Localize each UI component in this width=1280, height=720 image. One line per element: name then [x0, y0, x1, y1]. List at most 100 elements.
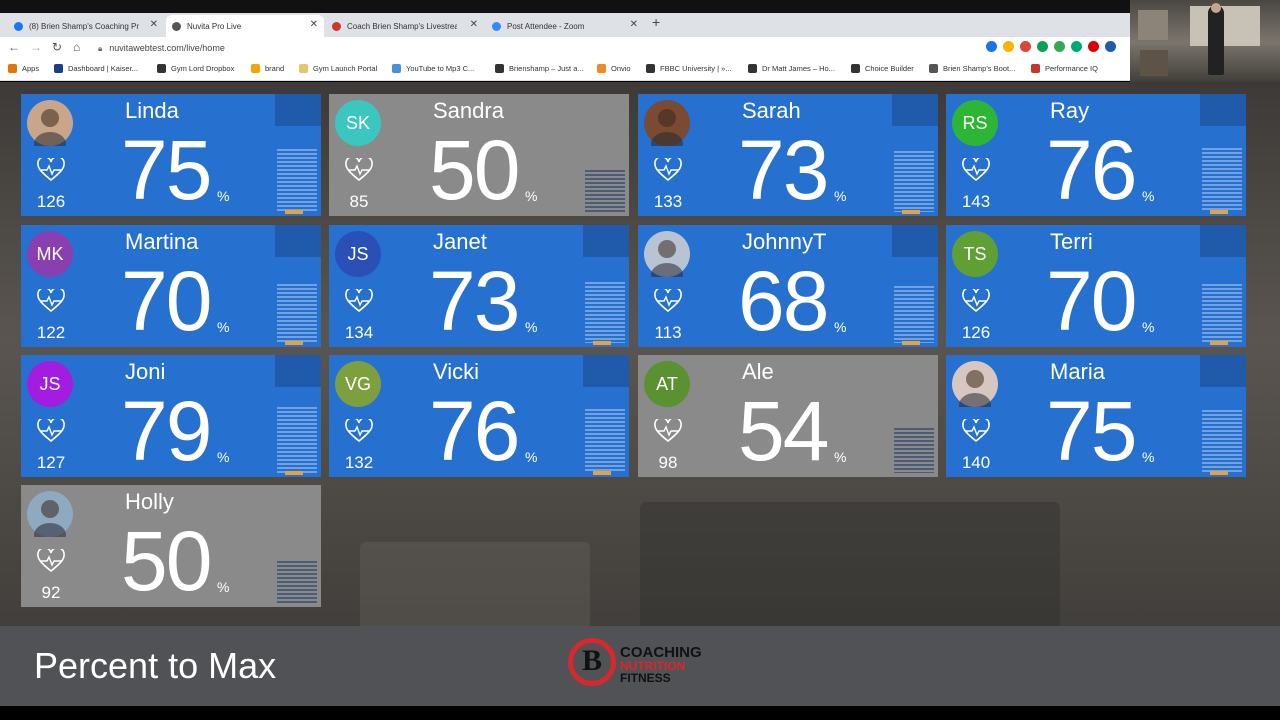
close-icon[interactable]: ✕ [150, 19, 158, 30]
bookmark-label: Performance IQ [1045, 64, 1098, 73]
flame-icon [1210, 471, 1228, 475]
extension-icon[interactable] [1054, 41, 1065, 52]
participant-name: Janet [433, 229, 487, 254]
bookmark-label: Brien Shamp's Boot... [943, 64, 1016, 73]
url-field[interactable]: 🔒︎ nuvitawebtest.com/live/home [98, 40, 225, 56]
percent-value: 70 [121, 254, 212, 347]
heart-rate-icon [962, 286, 990, 313]
bookmark-item[interactable]: FBBC University | »... [646, 64, 732, 73]
meter-top [892, 94, 938, 126]
percent-sign: % [217, 579, 230, 595]
heart-rate-value: 126 [961, 323, 991, 342]
extension-icon[interactable] [1003, 41, 1014, 52]
participant-name: Joni [125, 359, 166, 384]
webcam-person [1208, 5, 1224, 75]
bookmark-item[interactable]: Gym Lord Dropbox [157, 64, 234, 73]
bookmark-item[interactable]: Brien Shamp's Boot... [929, 64, 1015, 73]
percent-value: 76 [429, 384, 520, 477]
extension-icon[interactable] [1105, 41, 1116, 52]
participant-card-ray: RS 143 Ray 76% [946, 94, 1246, 216]
avatar [952, 361, 998, 417]
browser-tab-zoom[interactable]: Post Attendee - Zoom ✕ [486, 15, 644, 37]
avatar-photo-icon [34, 109, 66, 156]
forward-icon[interactable]: → [30, 40, 42, 54]
reload-icon[interactable]: ↻ [52, 40, 62, 54]
meter-bars [277, 284, 317, 343]
participant-card-linda: 126 Linda 75% [21, 94, 321, 216]
effort-meter [892, 225, 938, 347]
participant-card-holly: 92 Holly 50% [21, 485, 321, 607]
heart-rate-value: 134 [344, 323, 374, 342]
extension-icons [986, 41, 1116, 52]
extension-icon[interactable] [1071, 41, 1082, 52]
flame-icon [902, 210, 920, 214]
avatar-photo-icon [651, 109, 683, 156]
meter-top [275, 225, 321, 257]
bookmark-item[interactable]: Brienshamp – Just a... [495, 64, 584, 73]
participant-name: Sarah [742, 98, 801, 123]
meter-top [1200, 225, 1246, 257]
home-icon[interactable]: ⌂ [73, 40, 80, 54]
percent-value: 75 [121, 123, 212, 216]
bookmark-item[interactable]: Dashboard | Kaiser... [54, 64, 138, 73]
browser-tab-livestream[interactable]: Coach Brien Shamp's Livestream... ✕ [326, 15, 484, 37]
flame-icon [902, 341, 920, 345]
percent-sign: % [217, 449, 230, 465]
heart-rate-value: 140 [961, 453, 991, 472]
browser-tab-facebook[interactable]: (8) Brien Shamp's Coaching Prog... ✕ [8, 15, 164, 37]
heart-rate-icon [37, 286, 65, 313]
avatar-photo-icon [959, 370, 991, 417]
heart-rate-icon [654, 416, 682, 443]
close-icon[interactable]: ✕ [470, 19, 478, 30]
bookmark-item[interactable]: Dr Matt James – Ho... [748, 64, 835, 73]
effort-meter [892, 355, 938, 477]
percent-sign: % [525, 449, 538, 465]
close-icon[interactable]: ✕ [310, 19, 318, 30]
avatar: MK [27, 231, 73, 277]
meter-top [583, 355, 629, 387]
extension-icon[interactable] [1088, 41, 1099, 52]
heart-rate-icon [37, 416, 65, 443]
effort-meter [892, 94, 938, 216]
back-icon[interactable]: ← [8, 40, 20, 54]
background-shape [640, 502, 1060, 642]
browser-tab-nuvita[interactable]: Nuvita Pro Live ✕ [166, 15, 324, 37]
participant-name: Sandra [433, 98, 504, 123]
avatar-photo-icon [651, 240, 683, 287]
meter-bars [585, 409, 625, 473]
percent-value: 70 [1046, 254, 1137, 347]
effort-meter [275, 355, 321, 477]
meter-top [583, 94, 629, 126]
heart-rate-value: 143 [961, 192, 991, 211]
bookmark-item[interactable]: Gym Launch Portal [299, 64, 377, 73]
bookmark-label: Onvio [611, 64, 631, 73]
participant-name: Ale [742, 359, 774, 384]
heart-rate-icon [345, 155, 373, 182]
avatar: VG [335, 361, 381, 407]
star-icon[interactable] [986, 41, 997, 52]
bookmark-item[interactable]: Choice Builder [851, 64, 914, 73]
participant-card-sandra: SK 85 Sandra 50% [329, 94, 629, 216]
flame-icon [593, 341, 611, 345]
extension-icon[interactable] [1020, 41, 1031, 52]
bookmark-item[interactable]: Performance IQ [1031, 64, 1098, 73]
new-tab-icon[interactable]: + [652, 14, 660, 30]
heart-rate-icon [37, 155, 65, 182]
heart-rate-icon [654, 155, 682, 182]
effort-meter [1200, 355, 1246, 477]
heart-rate-value: 126 [36, 192, 66, 211]
bookmark-item[interactable]: Onvio [597, 64, 631, 73]
bookmark-item[interactable]: brand [251, 64, 284, 73]
bookmark-item[interactable]: YouTube to Mp3 C... [392, 64, 474, 73]
close-icon[interactable]: ✕ [630, 19, 638, 30]
extension-icon[interactable] [1037, 41, 1048, 52]
bookmarks-bar: Apps Dashboard | Kaiser... Gym Lord Drop… [0, 59, 1130, 81]
avatar [27, 491, 73, 547]
percent-sign: % [525, 188, 538, 204]
avatar: TS [952, 231, 998, 277]
percent-sign: % [834, 449, 847, 465]
percent-value: 73 [738, 123, 829, 216]
tab-label: (8) Brien Shamp's Coaching Prog... [29, 21, 139, 31]
avatar [644, 100, 690, 156]
bookmark-apps[interactable]: Apps [8, 64, 39, 73]
